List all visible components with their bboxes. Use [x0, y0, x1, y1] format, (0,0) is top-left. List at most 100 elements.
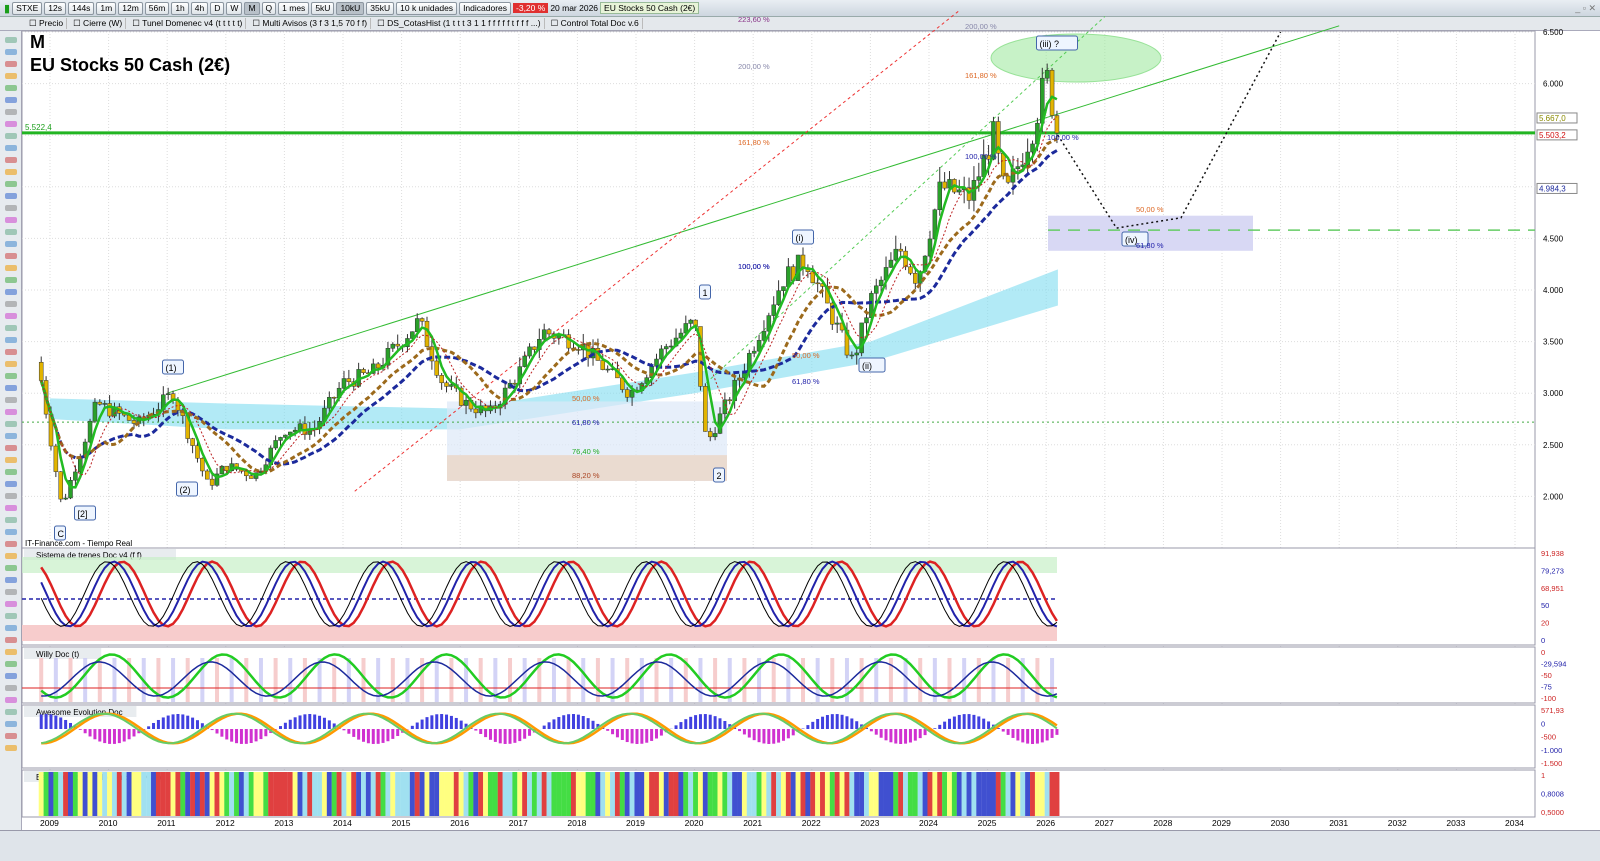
candle	[195, 445, 200, 459]
force-bar	[53, 772, 59, 816]
fib-label: 100,00 %	[965, 152, 997, 161]
candle	[283, 434, 288, 438]
force-bar	[483, 772, 489, 816]
force-bar	[702, 772, 708, 816]
force-bar	[961, 772, 967, 816]
y-tick-label: 6.500	[1543, 28, 1564, 37]
awesome-bar	[825, 715, 829, 729]
price-chart[interactable]: 2009 2010 2011 2012 2013 2014 2015 2016 2017 2018…	[0, 0, 1600, 861]
awesome-bar	[581, 716, 585, 729]
force-bar	[561, 772, 567, 816]
awesome-bar	[239, 729, 243, 744]
awesome-bar	[542, 725, 546, 729]
force-bar	[107, 772, 113, 816]
force-bar	[434, 772, 440, 816]
force-bar	[453, 772, 459, 816]
bottom-toolbar	[0, 830, 1600, 861]
force-bar	[287, 772, 293, 816]
x-tick-label: 2022	[802, 818, 821, 828]
force-bar	[209, 772, 215, 816]
force-bar	[712, 772, 718, 816]
willy-bar	[185, 658, 190, 702]
awesome-bar	[742, 729, 746, 735]
force-bar	[888, 772, 894, 816]
awesome-bar	[772, 729, 776, 744]
awesome-bar	[899, 729, 903, 744]
awesome-bar	[435, 714, 439, 729]
x-tick-label: 2025	[978, 818, 997, 828]
force-bar	[854, 772, 860, 816]
panel-tag: 1	[1541, 771, 1545, 780]
force-bar	[336, 772, 342, 816]
force-bar	[693, 772, 699, 816]
candle	[1044, 69, 1050, 79]
force-bar	[868, 772, 874, 816]
awesome-bar	[498, 729, 502, 744]
candle	[1015, 166, 1021, 170]
candle	[204, 470, 210, 480]
y-tick-label: 4.000	[1543, 286, 1564, 295]
awesome-bar	[1016, 729, 1020, 741]
candle	[942, 181, 947, 189]
awesome-bar	[1021, 729, 1025, 743]
awesome-bar	[366, 729, 370, 744]
awesome-bar	[635, 729, 639, 744]
awesome-bar	[186, 715, 190, 729]
candle	[771, 304, 776, 316]
panel-title: Willy Doc (t)	[36, 650, 79, 659]
candle	[102, 403, 107, 405]
awesome-bar	[679, 722, 683, 729]
force-bar	[58, 772, 64, 816]
x-tick-label: 2011	[157, 818, 176, 828]
x-tick-label: 2023	[860, 818, 879, 828]
awesome-bar	[440, 714, 444, 729]
force-bar	[1000, 772, 1006, 816]
force-bar	[307, 772, 313, 816]
force-bar	[448, 772, 454, 816]
awesome-bar	[547, 722, 551, 729]
force-bar	[805, 772, 811, 816]
force-bar	[356, 772, 362, 816]
force-bar	[341, 772, 347, 816]
awesome-bar	[391, 729, 395, 739]
candle	[1049, 69, 1055, 116]
force-bar	[468, 772, 474, 816]
force-bar	[48, 772, 54, 816]
candle	[976, 176, 982, 181]
awesome-bar	[518, 729, 522, 742]
force-bar	[297, 772, 303, 816]
force-bar	[258, 772, 264, 816]
wave-label: (1)	[166, 363, 177, 373]
awesome-bar	[1050, 729, 1054, 738]
candle	[937, 181, 942, 211]
candle	[58, 471, 63, 500]
force-bar	[165, 772, 171, 816]
candle	[947, 179, 952, 189]
candle	[341, 378, 347, 389]
force-bar	[243, 772, 249, 816]
willy-bar	[244, 658, 249, 702]
force-bar	[1010, 772, 1016, 816]
x-tick-label: 2020	[685, 818, 704, 828]
force-bar	[219, 772, 225, 816]
force-bar	[917, 772, 923, 816]
awesome-bar	[689, 716, 693, 729]
awesome-bar	[191, 717, 195, 729]
willy-bar	[669, 658, 674, 702]
awesome-bar	[166, 715, 170, 729]
awesome-bar	[420, 719, 424, 729]
candle	[434, 360, 440, 376]
force-bar	[580, 772, 586, 816]
force-bar	[131, 772, 137, 816]
candle	[874, 285, 879, 294]
awesome-bar	[698, 714, 702, 729]
force-bar	[678, 772, 684, 816]
force-bar	[624, 772, 630, 816]
level-label: 5.522,4	[25, 123, 52, 132]
fib-label: 50,00 %	[572, 394, 600, 403]
force-bar	[204, 772, 210, 816]
candle	[629, 389, 635, 398]
willy-bar	[229, 658, 234, 702]
awesome-bar	[972, 714, 976, 729]
force-bar	[761, 772, 767, 816]
